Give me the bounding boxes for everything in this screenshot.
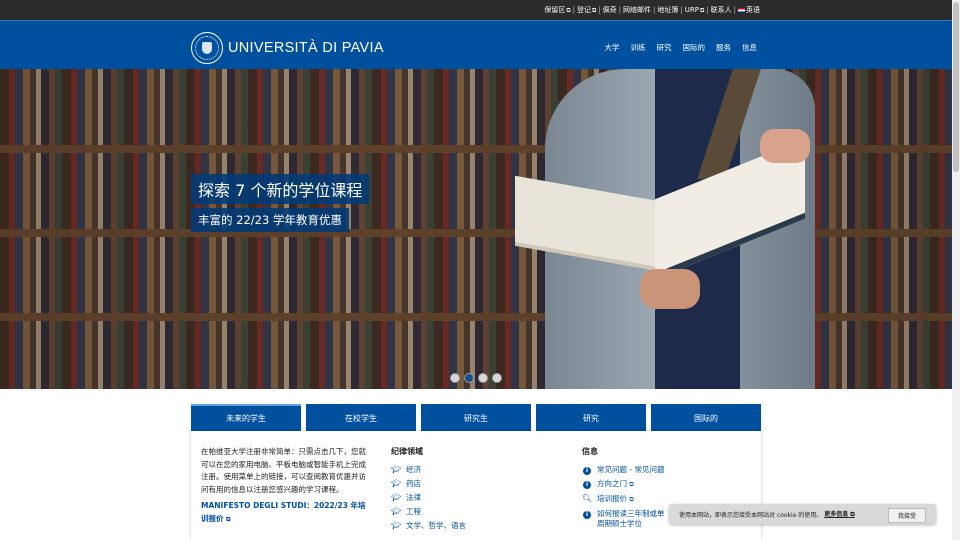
discipline-item[interactable]: 🎓︎ 药店: [391, 479, 561, 489]
slide-title[interactable]: 探索 7 个新的学位课程: [191, 174, 370, 204]
slide-subtitle[interactable]: 丰富的 22/23 学年教育优惠: [191, 208, 349, 232]
external-link-icon: ⧉: [592, 7, 597, 14]
discipline-item[interactable]: 🎓︎ 经济: [391, 465, 561, 475]
graduation-cap-icon: 🎓︎: [391, 479, 402, 488]
tab-international[interactable]: 国际的: [651, 404, 761, 431]
external-link-icon: ⧉: [629, 496, 634, 503]
carousel-dot[interactable]: [492, 373, 502, 383]
uk-flag-icon: [738, 7, 745, 13]
scrollbar-thumb[interactable]: [953, 2, 959, 172]
search-icon: 🔍︎: [582, 494, 593, 503]
manifest-link[interactable]: MANIFESTO DEGLI STUDI：2022/23 年培训报价 ⧉: [201, 500, 371, 526]
student-reading-image: [515, 69, 815, 389]
university-seal-logo[interactable]: [191, 32, 223, 64]
nav-info[interactable]: 信息: [742, 42, 757, 53]
cookie-more-info-link[interactable]: 更多信息 ⧉: [824, 509, 854, 519]
utility-link-contacts[interactable]: 联系人: [711, 5, 732, 15]
intro-column: 在帕维亚大学注册非常简单：只需点击几下，您就可以在您的家用电脑、平板电脑或智能手…: [201, 446, 371, 526]
utility-link-pages[interactable]: 佩奇: [603, 5, 617, 15]
cookie-accept-button[interactable]: 我接受: [887, 508, 926, 523]
hero-carousel[interactable]: 探索 7 个新的学位课程 丰富的 22/23 学年教育优惠: [0, 69, 952, 389]
external-link-icon: ⧉: [566, 7, 571, 14]
divider: |: [680, 6, 683, 14]
site-header: UNIVERSITÀ DI PAVIA 大学 训练 研究 国际的 服务 信息: [0, 20, 952, 69]
graduation-cap-icon: 🎓︎: [391, 493, 402, 502]
page-scrollbar[interactable]: [952, 0, 960, 540]
tab-current-students[interactable]: 在校学生: [306, 404, 416, 431]
disciplines-column: 纪律领域 🎓︎ 经济 🎓︎ 药店 🎓︎ 法律 🎓︎ 工程 🎓︎ 文学、哲学、语言: [391, 446, 561, 535]
graduation-cap-icon: 🎓︎: [391, 465, 402, 474]
utility-bar: 保留区⧉ | 登记⧉ | 佩奇 | 网络邮件 | 地址簿 | URP⧉ | 联系…: [0, 0, 952, 20]
info-heading: 信息: [582, 447, 598, 456]
divider: |: [653, 6, 656, 14]
info-icon: i: [583, 511, 591, 519]
main-nav: 大学 训练 研究 国际的 服务 信息: [605, 42, 758, 53]
carousel-dot-active[interactable]: [464, 373, 474, 383]
intro-text: 在帕维亚大学注册非常简单：只需点击几下，您就可以在您的家用电脑、平板电脑或智能手…: [201, 447, 366, 494]
discipline-item[interactable]: 🎓︎ 工程: [391, 507, 561, 517]
carousel-dot[interactable]: [478, 373, 488, 383]
carousel-dots: [450, 373, 502, 383]
external-link-icon: ⧉: [850, 511, 855, 518]
open-book: [515, 138, 815, 280]
disciplines-heading: 纪律领域: [391, 447, 423, 456]
cookie-banner: 使用本网站，即表示您接受本网站对 cookie 的使用。 更多信息 ⧉ 我接受: [669, 504, 936, 524]
graduation-cap-icon: 🎓︎: [391, 507, 402, 516]
utility-link-urp[interactable]: URP⧉: [685, 6, 705, 15]
external-link-icon: ⧉: [226, 515, 231, 523]
seal-icon: [195, 36, 219, 60]
audience-tabs: 未来的学生 在校学生 研究生 研究 国际的: [191, 404, 761, 431]
graduation-cap-icon: 🎓︎: [391, 521, 402, 530]
nav-services[interactable]: 服务: [716, 42, 731, 53]
carousel-dot[interactable]: [450, 373, 460, 383]
external-link-icon: ⧉: [629, 481, 634, 488]
utility-link-addressbook[interactable]: 地址簿: [657, 5, 678, 15]
utility-links: 保留区⧉ | 登记⧉ | 佩奇 | 网络邮件 | 地址簿 | URP⧉ | 联系…: [544, 5, 760, 15]
info-item-orientation[interactable]: i 方向之门 ⧉: [582, 479, 757, 490]
discipline-item[interactable]: 🎓︎ 法律: [391, 493, 561, 503]
nav-training[interactable]: 训练: [631, 42, 646, 53]
divider: |: [598, 6, 601, 14]
info-icon: i: [583, 481, 591, 489]
utility-link-reserved[interactable]: 保留区⧉: [544, 5, 570, 15]
info-item-faq[interactable]: i 常见问题 - 常见问题: [582, 465, 757, 475]
external-link-icon: ⧉: [699, 6, 705, 14]
divider: |: [733, 6, 736, 14]
utility-link-registration[interactable]: 登记⧉: [577, 5, 596, 15]
tab-future-students[interactable]: 未来的学生: [191, 404, 301, 431]
brand-name[interactable]: UNIVERSITÀ DI PAVIA: [228, 40, 384, 56]
nav-research[interactable]: 研究: [657, 42, 672, 53]
info-icon: i: [583, 467, 591, 475]
cookie-message: 使用本网站，即表示您接受本网站对 cookie 的使用。: [679, 511, 823, 519]
utility-link-webmail[interactable]: 网络邮件: [623, 5, 651, 15]
tab-research[interactable]: 研究: [536, 404, 646, 431]
divider: |: [618, 6, 622, 14]
discipline-item[interactable]: 🎓︎ 文学、哲学、语言: [391, 521, 561, 531]
tab-graduate-students[interactable]: 研究生: [421, 404, 531, 431]
nav-university[interactable]: 大学: [605, 42, 620, 53]
language-switch[interactable]: 英语: [738, 5, 760, 15]
nav-international[interactable]: 国际的: [683, 42, 706, 53]
divider: |: [706, 6, 709, 14]
divider: |: [572, 6, 576, 14]
